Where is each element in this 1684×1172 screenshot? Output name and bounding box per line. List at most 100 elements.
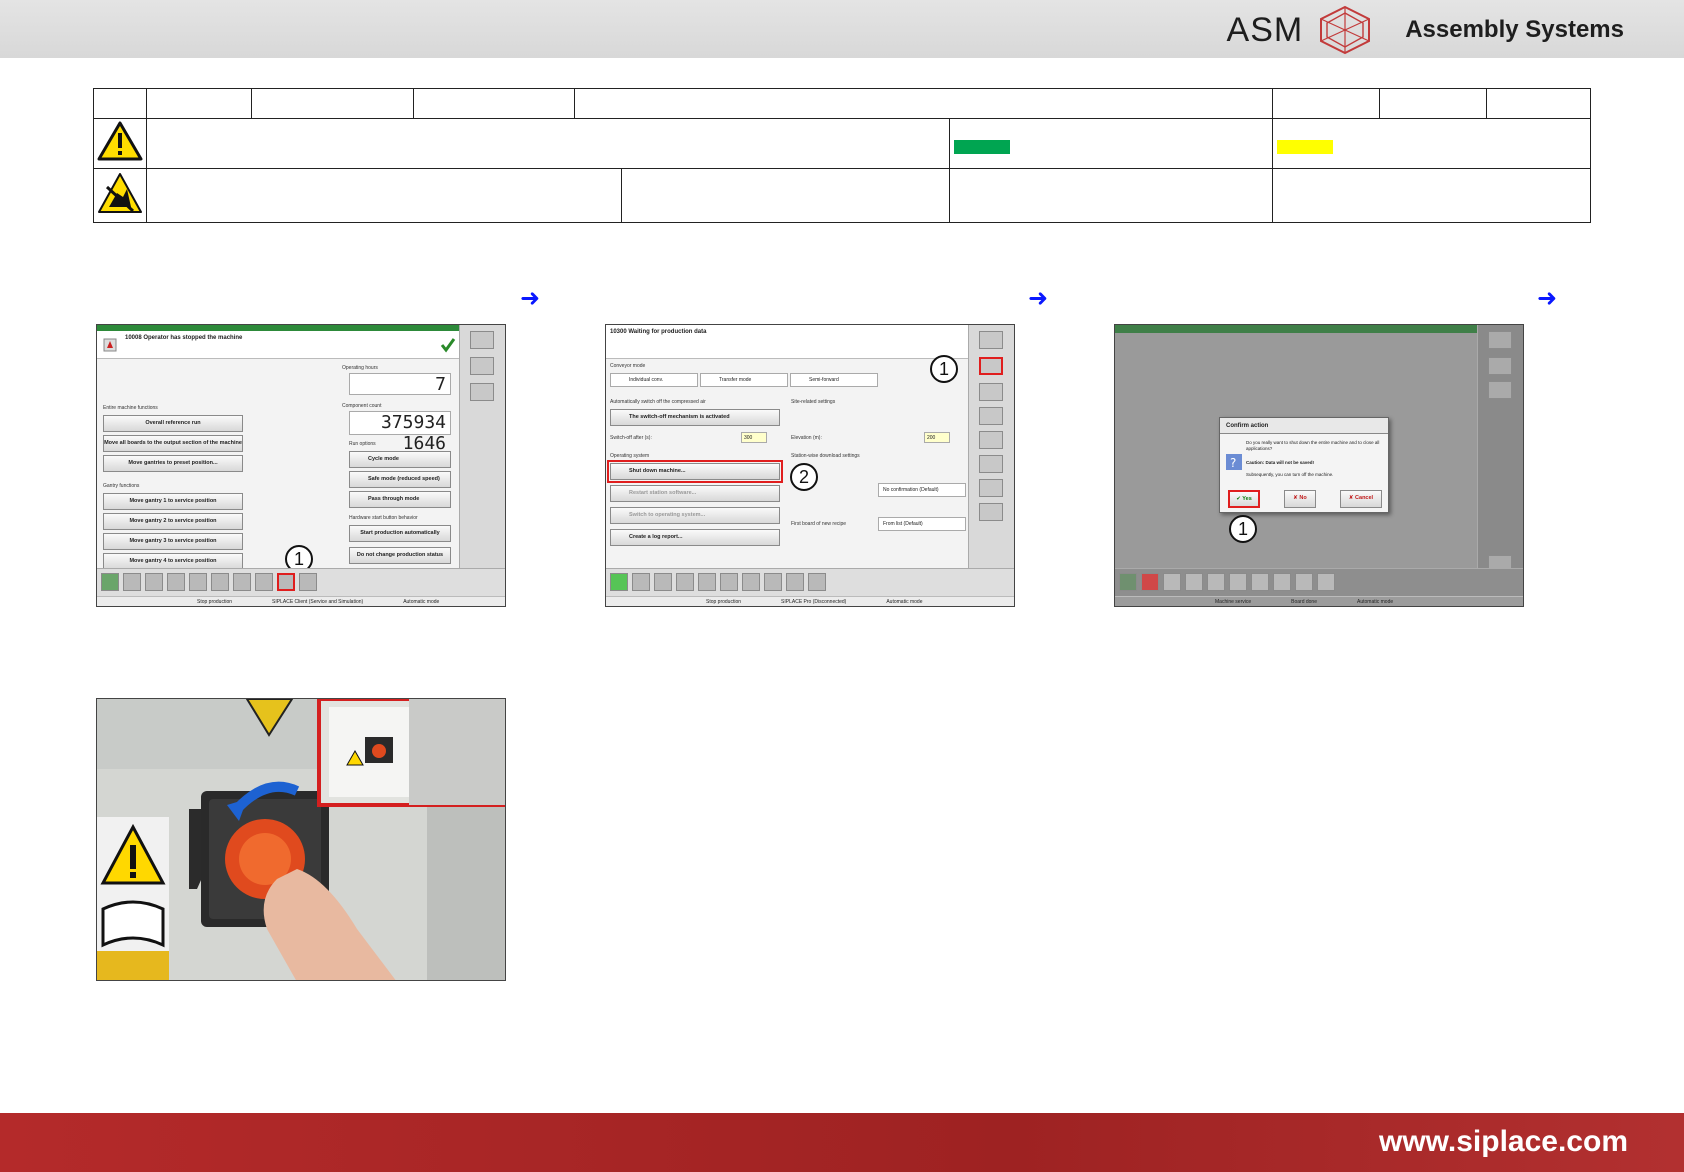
cancel-button[interactable]: ✘ Cancel [1340, 490, 1382, 508]
table-tab[interactable] [632, 573, 650, 591]
gantry-1-service-button[interactable]: Move gantry 1 to service position [103, 493, 243, 510]
warning-triangle-icon [97, 121, 143, 161]
header-message: 10300 Waiting for production data [610, 329, 707, 335]
status-item: Stop production [706, 598, 742, 605]
switch-off-input[interactable]: 300 [741, 432, 767, 443]
create-log-report-button[interactable]: Create a log report... [610, 529, 780, 546]
esd-warning-icon [97, 173, 142, 213]
switch-os-button[interactable]: Switch to operating system... [610, 507, 780, 524]
side-station-button[interactable] [979, 407, 1003, 425]
service-wrench-tab[interactable] [786, 573, 804, 591]
conveyor-individual-field[interactable]: Individual conv. [610, 373, 698, 387]
feeder-tab[interactable] [255, 573, 273, 591]
book-tab[interactable] [189, 573, 207, 591]
move-boards-button[interactable]: Move all boards to the output section of… [103, 435, 243, 452]
yes-button[interactable]: ✔ Yes [1228, 490, 1260, 508]
side-camera-button[interactable] [470, 383, 494, 401]
restart-software-button[interactable]: Restart station software... [610, 485, 780, 502]
operating-hours-label: Operating hours [342, 365, 378, 371]
production-tab[interactable] [610, 573, 628, 591]
yes-label: Yes [1242, 496, 1252, 502]
checkmark-icon[interactable] [439, 336, 457, 354]
book-tab[interactable] [1207, 573, 1225, 591]
settings-tab[interactable] [808, 573, 826, 591]
side-system-button[interactable] [979, 357, 1003, 375]
download-confirmation-field[interactable]: No confirmation (Default) [878, 483, 966, 497]
table-tab[interactable] [123, 573, 141, 591]
task-bar [606, 568, 1014, 596]
save-tab[interactable] [1185, 573, 1203, 591]
chart-tab[interactable] [654, 573, 672, 591]
chart-tab[interactable] [145, 573, 163, 591]
save-tab[interactable] [167, 573, 185, 591]
move-gantries-button[interactable]: Move gantries to preset position... [103, 455, 243, 472]
reference-run-button[interactable]: Overall reference run [103, 415, 243, 432]
side-tool-button[interactable] [1488, 357, 1512, 375]
graph-tab[interactable] [1229, 573, 1247, 591]
status-item: Board done [1291, 598, 1317, 605]
side-users-button[interactable] [979, 383, 1003, 401]
graph-tab[interactable] [720, 573, 738, 591]
camera-tab[interactable] [1251, 573, 1269, 591]
side-toolbar [968, 325, 1014, 586]
asm-logo-icon [1320, 5, 1371, 55]
graph-tab[interactable] [211, 573, 229, 591]
header-bar: ASM Assembly Systems [0, 0, 1684, 58]
save-tab[interactable] [676, 573, 694, 591]
side-machine-button[interactable] [979, 331, 1003, 349]
start-automatically-button[interactable]: Start production automatically [349, 525, 451, 542]
camera-tab[interactable] [742, 573, 760, 591]
settings-tab[interactable] [1317, 573, 1335, 591]
production-tab[interactable] [1119, 573, 1137, 591]
chart-tab[interactable] [1163, 573, 1181, 591]
gantry-2-service-button[interactable]: Move gantry 2 to service position [103, 513, 243, 530]
conveyor-semi-field[interactable]: Semi-forward [790, 373, 878, 387]
esd-row [93, 168, 1591, 223]
side-list-button[interactable] [979, 455, 1003, 473]
logo-subtitle: Assembly Systems [1405, 16, 1624, 43]
right-arrow-icon: ➜ [520, 285, 541, 312]
side-counter-button[interactable] [979, 503, 1003, 521]
table-tab[interactable] [1141, 573, 1159, 591]
component-count-label: Component count [342, 403, 382, 409]
manual-page: ASM Assembly Systems ➜ ➜ ➜ 10008 Operato… [0, 0, 1684, 1172]
machine-icon [103, 338, 117, 352]
table-header-row [93, 88, 1592, 119]
header-message: 10008 Operator has stopped the machine [125, 335, 243, 341]
question-icon: ? [1226, 454, 1242, 470]
status-item: Machine service [1215, 598, 1252, 605]
settings-tab[interactable] [299, 573, 317, 591]
production-tab[interactable] [101, 573, 119, 591]
elevation-input[interactable]: 200 [924, 432, 950, 443]
first-board-field[interactable]: From list (Default) [878, 517, 966, 531]
conveyor-mode-label: Conveyor mode [610, 363, 646, 369]
feeder-tab[interactable] [764, 573, 782, 591]
status-item: SIPLACE Pro (Disconnected) [781, 598, 847, 605]
warning-row [93, 118, 1591, 169]
task-bar [97, 568, 505, 596]
safe-mode-option[interactable]: Safe mode (reduced speed) [349, 471, 451, 488]
camera-tab[interactable] [233, 573, 251, 591]
side-network-button[interactable] [979, 479, 1003, 497]
message-header: 10008 Operator has stopped the machine [97, 331, 459, 359]
side-head-button[interactable] [1488, 381, 1512, 399]
cycle-mode-option[interactable]: Cycle mode [349, 451, 451, 468]
side-gear-button[interactable] [470, 357, 494, 375]
side-machine-button[interactable] [470, 331, 494, 349]
book-tab[interactable] [698, 573, 716, 591]
pass-through-option[interactable]: Pass through mode [349, 491, 451, 508]
side-feeder-button[interactable] [979, 431, 1003, 449]
gantry-3-service-button[interactable]: Move gantry 3 to service position [103, 533, 243, 550]
service-wrench-tab[interactable] [1295, 573, 1313, 591]
feeder-tab[interactable] [1273, 573, 1291, 591]
website-link[interactable]: www.siplace.com [1379, 1125, 1628, 1159]
conveyor-transfer-field[interactable]: Transfer mode [700, 373, 788, 387]
no-button[interactable]: ✘ No [1284, 490, 1316, 508]
run-options-label: Run options [349, 441, 376, 447]
side-machine-button[interactable] [1488, 331, 1512, 349]
compressed-air-toggle[interactable]: The switch-off mechanism is activated [610, 409, 780, 426]
do-not-change-status-button[interactable]: Do not change production status [349, 547, 451, 564]
operating-hours-value: 7 [349, 373, 451, 395]
service-wrench-tab[interactable] [277, 573, 295, 591]
callout-1: 1 [930, 355, 958, 383]
